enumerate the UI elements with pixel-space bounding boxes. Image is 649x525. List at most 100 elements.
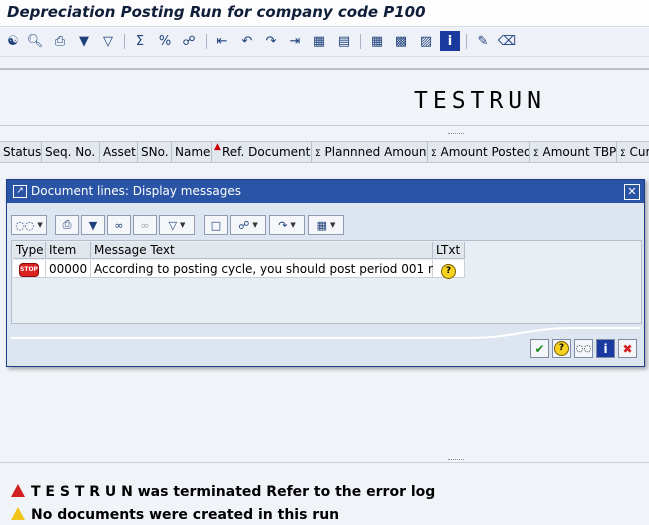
testrun-banner: TESTRUN xyxy=(414,88,546,114)
info-icon: i xyxy=(603,341,608,356)
magnify-icon[interactable]: 🔍︎ xyxy=(25,31,45,51)
help-icon: ? xyxy=(441,264,456,279)
chevron-down-icon: ▼ xyxy=(37,221,43,229)
toolbar-separator xyxy=(206,34,207,49)
toolbar-separator xyxy=(124,34,125,49)
header-item[interactable]: Item xyxy=(46,242,91,259)
header-message-text[interactable]: Message Text xyxy=(91,242,433,259)
help-icon: ? xyxy=(554,341,569,356)
layout-button[interactable]: ▦ ▼ xyxy=(308,215,344,235)
filter-icon[interactable]: ▼ xyxy=(74,31,94,51)
column-seq-no[interactable]: Seq. No. xyxy=(42,142,100,162)
column-name[interactable]: Name xyxy=(172,142,212,162)
column-amount-tbp[interactable]: Σ Amount TBP xyxy=(530,142,617,162)
cancel-button[interactable]: ✖ xyxy=(618,339,637,358)
column-amount-tbp-label: Amount TBP xyxy=(542,145,617,159)
binoculars-next-icon: ∞ xyxy=(140,218,150,232)
export-icon: ↷ xyxy=(278,218,288,232)
dialog-titlebar: ↗ Document lines: Display messages ✕ xyxy=(7,180,644,203)
layout-icon[interactable]: ▦ xyxy=(367,31,387,51)
sum-icon: Σ xyxy=(315,149,321,159)
help-button[interactable]: ? xyxy=(552,339,571,358)
table-row-message[interactable]: According to posting cycle, you should p… xyxy=(91,260,455,278)
toolbar-separator xyxy=(466,34,467,49)
binoculars-icon: ∞ xyxy=(114,218,124,232)
change-layout-icon[interactable]: ▩ xyxy=(391,31,411,51)
column-currency-label: Cur xyxy=(629,145,649,159)
error-message: T E S T R U N was terminated Refer to th… xyxy=(11,483,436,500)
header-type[interactable]: Type xyxy=(13,242,46,259)
graph-icon[interactable]: ▤ xyxy=(334,31,354,51)
details-button[interactable]: ◌◌ ▼ xyxy=(11,215,47,235)
alv-column-header: Status Seq. No. Asset SNo. Name ▲ Ref. D… xyxy=(0,141,649,163)
column-ref-document[interactable]: ▲ Ref. Document xyxy=(212,142,312,162)
continue-button[interactable]: ✔ xyxy=(530,339,549,358)
checkmark-icon: ✔ xyxy=(534,341,545,356)
warning-message-text: No documents were created in this run xyxy=(31,507,340,523)
sum-icon: Σ xyxy=(431,149,437,159)
first-page-icon[interactable]: ⇤ xyxy=(212,31,232,51)
views-button[interactable]: ☍ ▼ xyxy=(230,215,266,235)
prev-page-icon[interactable]: ↶ xyxy=(237,31,257,51)
header-separator xyxy=(0,68,649,70)
glasses-icon: ◌◌ xyxy=(15,218,35,232)
document-icon: □ xyxy=(210,218,222,232)
sort-marker-icon: ▲ xyxy=(214,142,221,152)
last-page-icon[interactable]: ⇥ xyxy=(285,31,305,51)
details-footer-button[interactable]: ◌◌ xyxy=(574,339,593,358)
choose-layout-icon[interactable]: ▨ xyxy=(416,31,436,51)
print-button[interactable]: ⎙ xyxy=(55,215,79,235)
print-icon[interactable]: ⎙ xyxy=(50,31,70,51)
print-icon: ⎙ xyxy=(62,218,72,231)
find-next-button[interactable]: ∞ xyxy=(133,215,157,235)
subtotal-icon[interactable]: % xyxy=(155,31,175,51)
chevron-down-icon: ▼ xyxy=(252,221,258,229)
info-button[interactable]: i xyxy=(596,339,615,358)
stop-icon: STOP xyxy=(19,262,39,277)
sum-icon: Σ xyxy=(533,149,539,159)
column-amount-posted[interactable]: Σ Amount Posted xyxy=(428,142,530,162)
column-asset[interactable]: Asset xyxy=(100,142,138,162)
set-filter-icon[interactable]: ▽ xyxy=(98,31,118,51)
glasses-icon: ◌◌ xyxy=(575,343,592,354)
filter-icon: ▽ xyxy=(168,218,178,232)
splitter-grip[interactable] xyxy=(448,133,464,137)
next-page-icon[interactable]: ↷ xyxy=(261,31,281,51)
column-amount-posted-label: Amount Posted xyxy=(440,145,530,159)
export-button[interactable]: ↷ ▼ xyxy=(269,215,305,235)
column-icon[interactable]: ▦ xyxy=(309,31,329,51)
filter-button[interactable]: ▼ xyxy=(81,215,105,235)
sum-icon[interactable]: Σ xyxy=(130,31,150,51)
window-titlebar: Depreciation Posting Run for company cod… xyxy=(0,0,649,27)
find-button[interactable]: ∞ xyxy=(107,215,131,235)
table-row-ltxt[interactable]: ? xyxy=(433,260,465,279)
cancel-icon: ✖ xyxy=(622,341,633,356)
table-row-type[interactable]: STOP xyxy=(13,260,46,278)
error-icon xyxy=(11,483,25,497)
document-button[interactable]: □ xyxy=(204,215,228,235)
edit-icon[interactable]: ✎ xyxy=(473,31,493,51)
messages-table: Type Item Message Text LTxt STOP 00000 A… xyxy=(11,240,642,324)
content-separator xyxy=(0,125,649,126)
set-filter-button[interactable]: ▽ ▼ xyxy=(159,215,195,235)
column-sno[interactable]: SNo. xyxy=(138,142,172,162)
column-currency[interactable]: Σ Cur xyxy=(617,142,649,162)
table-row-item[interactable]: 00000 xyxy=(46,260,91,278)
filter-icon: ▼ xyxy=(88,218,98,232)
user-icon[interactable]: ☯ xyxy=(3,31,23,51)
close-icon[interactable]: ✕ xyxy=(624,184,640,200)
views-icon: ☍ xyxy=(238,218,250,232)
info-icon[interactable]: i xyxy=(440,31,460,51)
chevron-down-icon: ▼ xyxy=(290,221,296,229)
toolbar-separator xyxy=(360,34,361,49)
error-message-text: T E S T R U N was terminated Refer to th… xyxy=(31,484,436,500)
warning-icon xyxy=(11,506,25,520)
export-icon[interactable]: ☍ xyxy=(179,31,199,51)
column-planned-amount[interactable]: Σ Plannned Amount xyxy=(312,142,428,162)
layout-icon: ▦ xyxy=(316,218,327,232)
chevron-down-icon: ▼ xyxy=(180,221,186,229)
dialog-title: Document lines: Display messages xyxy=(31,184,241,198)
column-status[interactable]: Status xyxy=(0,142,42,162)
eraser-icon[interactable]: ⌫ xyxy=(497,31,517,51)
header-ltxt[interactable]: LTxt xyxy=(433,242,465,259)
